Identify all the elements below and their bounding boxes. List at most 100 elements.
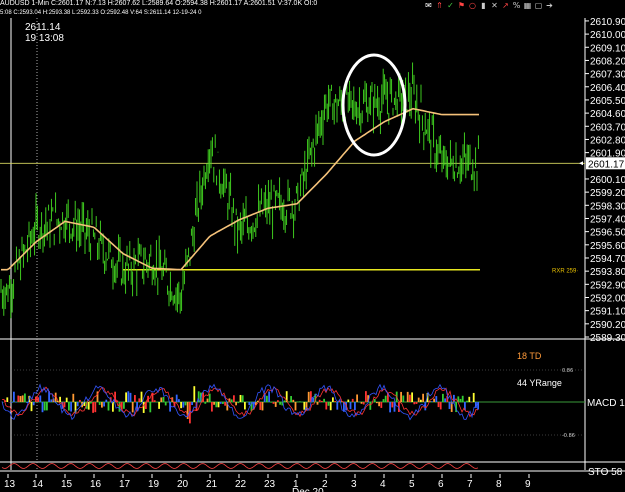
- trading-chart: AUDUSD 1-Min C:2601.17 N:7.13 H:2607.62 …: [0, 0, 625, 492]
- macd-bar: [248, 402, 251, 406]
- macd-bar: [162, 396, 165, 402]
- td-label: 18 TD: [517, 351, 542, 361]
- ytick-label: 2605.50: [590, 96, 625, 107]
- macd-bar: [178, 399, 180, 402]
- macd-bar: [76, 402, 79, 407]
- macd-bar: [413, 402, 416, 405]
- ytick-label: 2606.40: [590, 83, 625, 94]
- macd-bar: [369, 402, 372, 410]
- ytick-label: 2594.70: [590, 254, 625, 265]
- macd-bar: [175, 394, 178, 402]
- macd-bar: [235, 402, 237, 406]
- xtick-label: 3: [351, 479, 357, 490]
- chart-canvas[interactable]: 2610.90 2610.00 2609.10 2608.20 2607.30 2606.…: [0, 0, 625, 492]
- macd-bar: [41, 402, 44, 413]
- macd-bar: [50, 399, 53, 402]
- macd-bar: [158, 402, 160, 409]
- macd-bar: [6, 397, 9, 402]
- macd-bar: [437, 402, 440, 408]
- ytick-label: 2589.30: [590, 333, 625, 344]
- macd-bar: [294, 402, 297, 411]
- macd-bar: [351, 398, 354, 402]
- macd-bar: [164, 402, 167, 406]
- macd-bar: [261, 402, 264, 411]
- macd-bar: [79, 399, 81, 402]
- macd-bar: [237, 402, 240, 404]
- macd-bar: [219, 402, 222, 404]
- macd-bar: [325, 402, 328, 410]
- xtick-label: 15: [61, 479, 73, 490]
- macd-bar: [290, 396, 292, 402]
- ytick-label: 2610.90: [590, 17, 625, 28]
- macd-bar: [327, 402, 330, 406]
- xaxis-date-label: Dec 20: [292, 487, 324, 492]
- xtick-label: 23: [264, 479, 276, 490]
- macd-bar: [266, 395, 268, 402]
- ytick-label: 2608.20: [590, 56, 625, 67]
- ytick-label: 2597.40: [590, 214, 625, 225]
- macd-bar: [230, 399, 233, 402]
- ytick-label: 2593.80: [590, 267, 625, 278]
- xtick-label: 5: [409, 479, 415, 490]
- macd-bar: [127, 391, 130, 402]
- macd-bar: [63, 402, 66, 408]
- macd-bar: [193, 386, 196, 402]
- moving-average-line: [1, 107, 479, 271]
- macd-bar: [439, 402, 442, 410]
- xtick-label: 6: [438, 479, 444, 490]
- macd-bar: [138, 398, 141, 402]
- macd-label: MACD 1: [587, 398, 625, 409]
- xtick-label: 21: [206, 479, 218, 490]
- macd-bar: [382, 399, 385, 402]
- xtick-label: 19: [148, 479, 160, 490]
- macd-bar: [123, 402, 125, 409]
- macd-bar: [153, 400, 156, 402]
- macd-bar: [107, 402, 110, 411]
- macd-bar: [274, 402, 277, 407]
- ytick-label: 2600.10: [590, 175, 625, 186]
- macd-bar: [222, 402, 224, 404]
- ytick-label: 2592.90: [590, 280, 625, 291]
- ytick-label: 2598.30: [590, 201, 625, 212]
- macd-bar: [334, 401, 336, 402]
- ytick-label: 2603.70: [590, 122, 625, 133]
- macd-bar: [59, 396, 61, 402]
- macd-bar: [32, 402, 35, 406]
- xtick-label: 4: [380, 479, 386, 490]
- macd-bar: [241, 395, 244, 402]
- xtick-label: 9: [525, 479, 531, 490]
- macd-bar: [380, 402, 383, 408]
- ytick-label: 2607.30: [590, 70, 625, 81]
- macd-bar: [292, 399, 295, 402]
- macd-bar: [406, 391, 409, 402]
- support-label: RXR 259·: [552, 269, 578, 275]
- xtick-label: 22: [235, 479, 247, 490]
- macd-bar: [101, 402, 103, 408]
- xtick-label: 7: [467, 479, 473, 490]
- macd-bar: [415, 402, 418, 404]
- macd-bar: [299, 401, 301, 402]
- macd-bar: [321, 400, 323, 402]
- macd-bar: [68, 402, 70, 411]
- yrange-label: 44 YRange: [517, 378, 562, 388]
- candlestick-series: [0, 62, 479, 319]
- macd-bar: [259, 402, 262, 410]
- macd-bar: [272, 402, 275, 404]
- macd-bar: [213, 402, 215, 405]
- ytick-label: 2602.80: [590, 135, 625, 146]
- macd-bar: [329, 402, 332, 411]
- macd-bar: [90, 402, 92, 404]
- macd-bar: [182, 402, 185, 408]
- macd-bar: [422, 393, 424, 402]
- macd-bar: [134, 395, 136, 402]
- ytick-label: 2595.60: [590, 241, 625, 252]
- ytick-label: 2610.00: [590, 30, 625, 41]
- macd-bar: [360, 402, 363, 404]
- macd-bar: [336, 402, 339, 410]
- macd-bar: [307, 391, 310, 402]
- stoch-line: [1, 463, 479, 469]
- macd-bar: [373, 399, 376, 402]
- macd-bar: [105, 399, 108, 402]
- macd-bar: [466, 400, 468, 402]
- macd-bar: [129, 392, 132, 402]
